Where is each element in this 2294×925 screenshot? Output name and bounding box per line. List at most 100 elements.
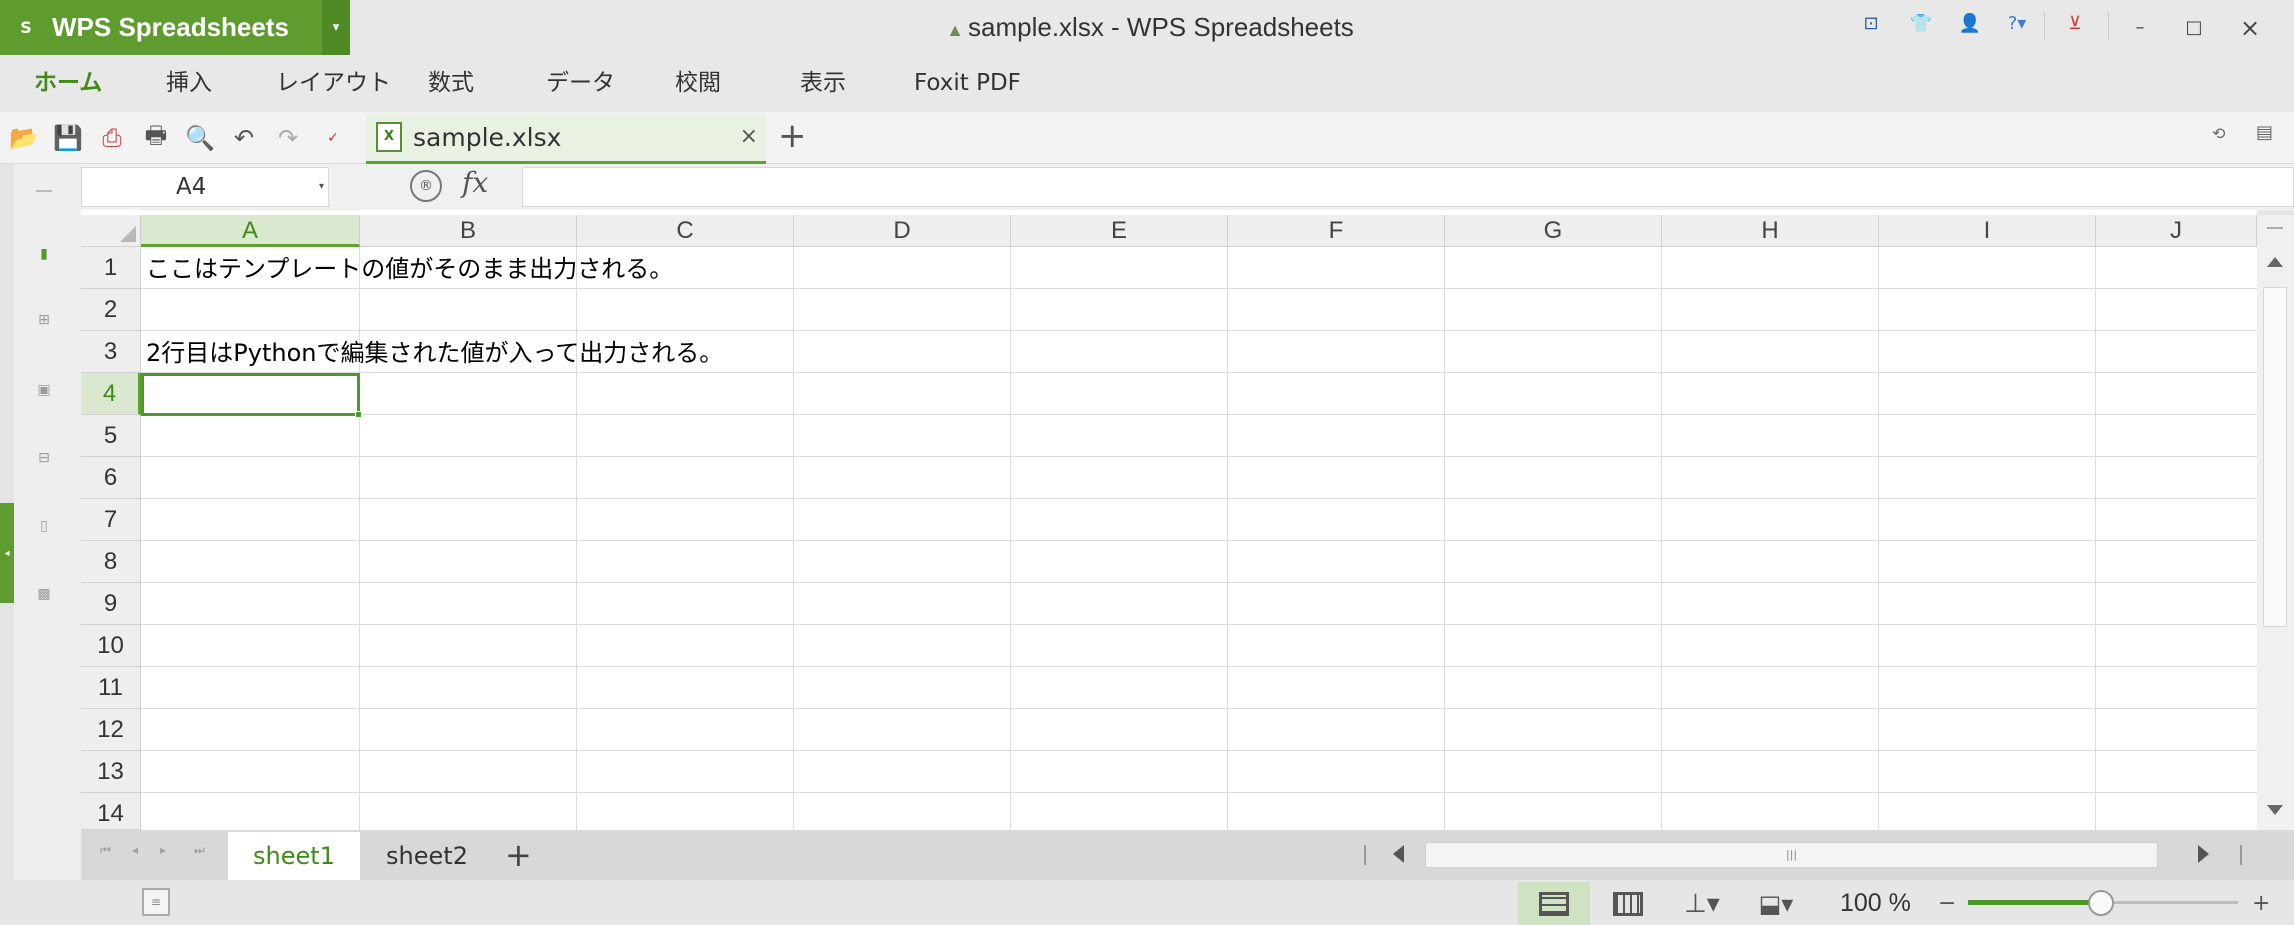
row-header-4[interactable]: 4 bbox=[81, 373, 141, 415]
zoom-slider-fill bbox=[1968, 900, 2100, 905]
tab-insert[interactable]: 挿入 bbox=[166, 55, 212, 112]
tab-formulas[interactable]: 数式 bbox=[428, 55, 474, 112]
app-menu-button[interactable]: S WPS Spreadsheets ▾ bbox=[0, 0, 350, 55]
freeze-panes-button[interactable]: ⊥▾ bbox=[1666, 882, 1738, 925]
zoom-in-button[interactable]: + bbox=[2252, 882, 2270, 925]
scroll-left-icon[interactable] bbox=[1393, 845, 1404, 863]
new-document-icon[interactable]: ▮ bbox=[34, 246, 54, 264]
eye-protection-button[interactable]: ⬓▾ bbox=[1740, 882, 1812, 925]
tab-home[interactable]: ホーム bbox=[34, 55, 102, 112]
gridline bbox=[1878, 247, 1879, 830]
prev-sheet-icon[interactable]: ◂ bbox=[132, 843, 138, 857]
gallery-icon[interactable]: ▩ bbox=[34, 586, 54, 604]
close-tab-icon[interactable]: × bbox=[740, 124, 758, 149]
row-header-11[interactable]: 11 bbox=[81, 667, 141, 709]
tab-layout[interactable]: レイアウト bbox=[276, 55, 391, 112]
grid-icon[interactable]: ⊟ bbox=[34, 450, 54, 468]
maximize-button[interactable]: □ bbox=[2166, 0, 2222, 55]
column-header-b[interactable]: B bbox=[360, 215, 577, 247]
cell-a1[interactable]: ここはテンプレートの値がそのまま出力される。 bbox=[146, 247, 673, 289]
column-header-c[interactable]: C bbox=[577, 215, 794, 247]
document-tab[interactable]: X sample.xlsx × bbox=[366, 114, 766, 164]
select-all-button[interactable] bbox=[81, 215, 141, 247]
row-header-1[interactable]: 1 bbox=[81, 247, 141, 289]
zoom-level[interactable]: 100 % bbox=[1840, 882, 1911, 925]
vertical-scroll-thumb[interactable] bbox=[2263, 287, 2287, 627]
download-icon[interactable]: ⊻ bbox=[2062, 10, 2088, 36]
print-icon[interactable]: 🖶 bbox=[138, 120, 174, 156]
last-sheet-icon[interactable]: ⏭ bbox=[194, 843, 205, 858]
restore-icon[interactable]: ⟲ bbox=[2212, 124, 2225, 143]
next-sheet-icon[interactable]: ▸ bbox=[160, 843, 166, 857]
customize-toolbar-icon[interactable]: ✓ bbox=[325, 120, 341, 156]
name-box[interactable]: A4 ▾ bbox=[81, 167, 329, 207]
sheet-tab-sheet2[interactable]: sheet2 bbox=[362, 832, 492, 880]
gridline bbox=[141, 582, 2257, 583]
formula-input[interactable] bbox=[522, 167, 2294, 207]
image-icon[interactable]: ▣ bbox=[34, 382, 54, 400]
row-header-3[interactable]: 3 bbox=[81, 331, 141, 373]
app-menu-dropdown-icon[interactable]: ▾ bbox=[322, 0, 350, 55]
row-header-2[interactable]: 2 bbox=[81, 289, 141, 331]
scroll-right-icon[interactable] bbox=[2198, 845, 2209, 863]
document-tab-label: sample.xlsx bbox=[413, 123, 562, 152]
chevron-down-icon[interactable]: ▾ bbox=[319, 168, 324, 206]
tab-view[interactable]: 表示 bbox=[800, 55, 846, 112]
row-header-8[interactable]: 8 bbox=[81, 541, 141, 583]
column-header-h[interactable]: H bbox=[1662, 215, 1879, 247]
tab-review[interactable]: 校閲 bbox=[675, 55, 721, 112]
page-icon[interactable]: ▯ bbox=[34, 518, 54, 536]
skin-icon[interactable]: 👕 bbox=[1908, 10, 1934, 36]
column-header-a[interactable]: A bbox=[141, 215, 360, 247]
fill-handle[interactable] bbox=[355, 411, 362, 418]
column-header-j[interactable]: J bbox=[2096, 215, 2257, 247]
column-header-e[interactable]: E bbox=[1011, 215, 1228, 247]
cell-a3[interactable]: 2行目はPythonで編集された値が入って出力される。 bbox=[146, 331, 723, 373]
page-break-view-button[interactable] bbox=[1592, 882, 1664, 925]
row-header-14[interactable]: 14 bbox=[81, 793, 141, 830]
find-function-icon[interactable]: ® bbox=[410, 170, 442, 202]
collapse-panel-icon[interactable]: ◂ bbox=[0, 503, 14, 603]
zoom-out-button[interactable]: − bbox=[1938, 882, 1956, 925]
undo-icon[interactable]: ↶ bbox=[226, 120, 262, 156]
row-header-5[interactable]: 5 bbox=[81, 415, 141, 457]
layout-icon[interactable]: ⊞ bbox=[34, 312, 54, 330]
worksheet-grid[interactable] bbox=[81, 210, 2257, 830]
tab-menu-icon[interactable]: ▤ bbox=[2256, 122, 2273, 143]
help-icon[interactable]: ?▾ bbox=[2000, 10, 2034, 36]
row-header-13[interactable]: 13 bbox=[81, 751, 141, 793]
insert-function-button[interactable]: fx bbox=[462, 166, 488, 199]
tab-data[interactable]: データ bbox=[546, 55, 615, 112]
vertical-scrollbar[interactable] bbox=[2257, 215, 2294, 830]
row-header-9[interactable]: 9 bbox=[81, 583, 141, 625]
minimize-button[interactable]: – bbox=[2112, 0, 2168, 55]
zoom-slider-thumb[interactable] bbox=[2088, 890, 2114, 916]
horizontal-scrollbar[interactable]: ||| bbox=[1425, 842, 2158, 868]
row-header-12[interactable]: 12 bbox=[81, 709, 141, 751]
close-window-button[interactable]: × bbox=[2222, 0, 2278, 55]
scroll-down-icon[interactable] bbox=[2267, 805, 2283, 815]
save-icon[interactable]: 💾 bbox=[50, 120, 86, 156]
scroll-up-icon[interactable] bbox=[2267, 257, 2283, 267]
row-header-6[interactable]: 6 bbox=[81, 457, 141, 499]
document-status-icon[interactable]: ≡ bbox=[142, 888, 170, 916]
normal-view-button[interactable] bbox=[1518, 882, 1590, 925]
first-sheet-icon[interactable]: ⏮ bbox=[100, 843, 111, 858]
column-header-i[interactable]: I bbox=[1879, 215, 2096, 247]
print-preview-icon[interactable]: 🔍 bbox=[182, 120, 218, 156]
new-tab-button[interactable]: + bbox=[778, 116, 807, 156]
open-folder-icon[interactable]: 📂 bbox=[6, 120, 42, 156]
sheet-tab-sheet1[interactable]: sheet1 bbox=[228, 832, 360, 880]
account-icon[interactable]: 👤 bbox=[1957, 10, 1983, 36]
column-header-g[interactable]: G bbox=[1445, 215, 1662, 247]
column-header-d[interactable]: D bbox=[794, 215, 1011, 247]
redo-icon[interactable]: ↷ bbox=[270, 120, 306, 156]
sync-icon[interactable]: ⊡ bbox=[1858, 10, 1884, 36]
row-header-10[interactable]: 10 bbox=[81, 625, 141, 667]
add-sheet-button[interactable]: + bbox=[505, 832, 532, 878]
column-header-f[interactable]: F bbox=[1228, 215, 1445, 247]
export-pdf-icon[interactable]: ⎙ bbox=[94, 120, 130, 156]
tab-foxit-pdf[interactable]: Foxit PDF bbox=[914, 55, 1021, 112]
row-header-7[interactable]: 7 bbox=[81, 499, 141, 541]
selected-cell-a4[interactable] bbox=[141, 373, 362, 418]
